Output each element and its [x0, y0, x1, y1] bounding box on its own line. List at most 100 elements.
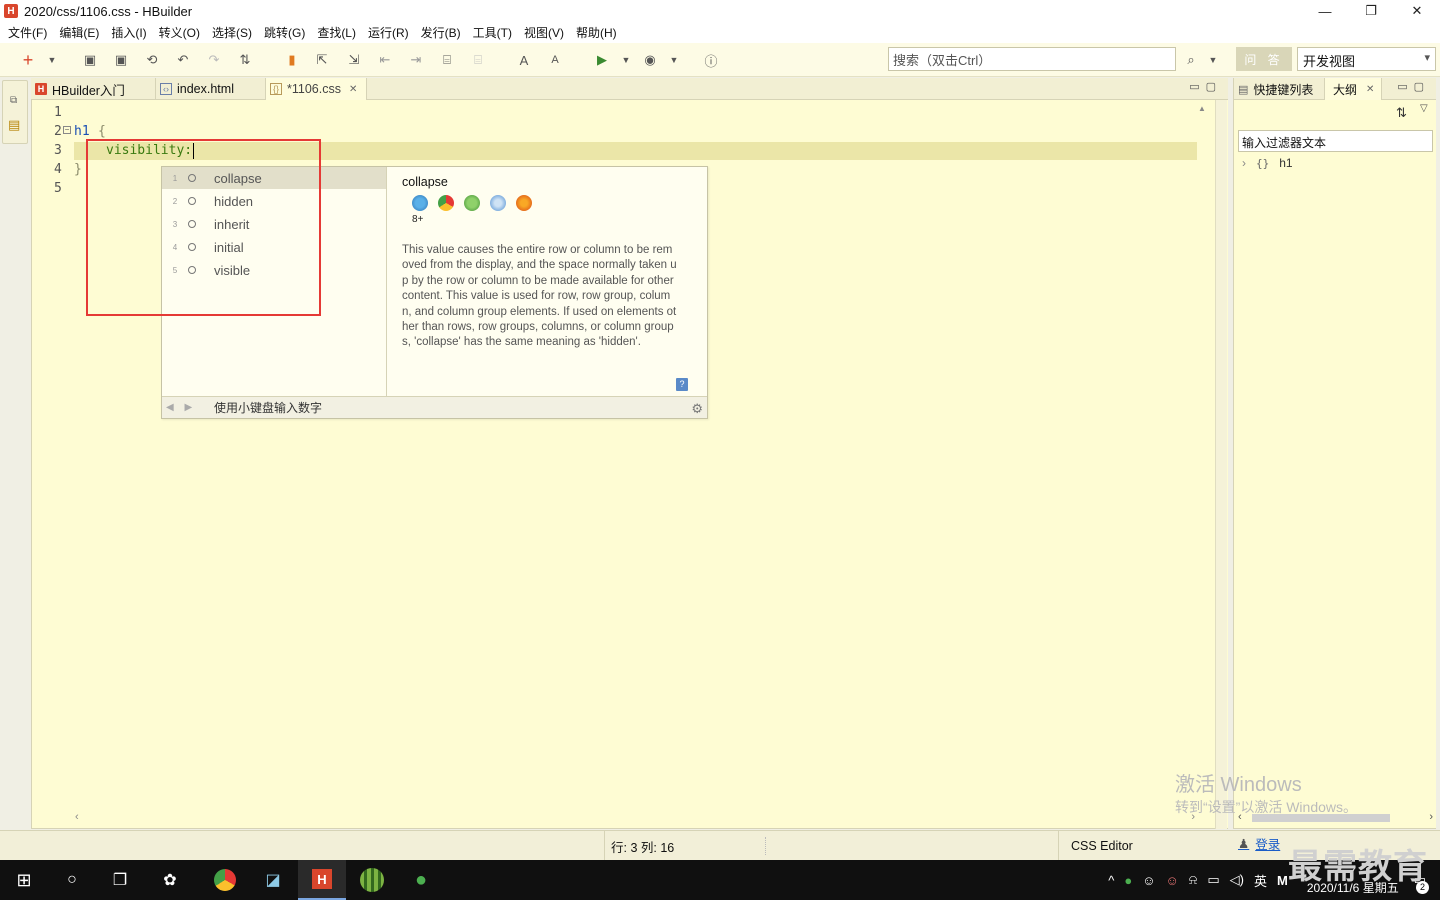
search-icon[interactable]: ⌕ [1183, 52, 1199, 68]
minimize-button[interactable]: — [1302, 0, 1348, 22]
help-book-icon[interactable]: ? [676, 378, 688, 391]
page-arrows-icon[interactable]: ◀ ▶ [162, 402, 214, 413]
run-icon[interactable]: ▶ [594, 52, 610, 68]
qq-icon[interactable]: ☺ [1142, 873, 1155, 888]
taskbar: ⊞ ○ ❐ ✿ ◪ H ● ^ ● ☺ ☺ ⍾ ▭ ◁) 英 M 7 2020/… [0, 860, 1440, 900]
menu-insert[interactable]: 插入(I) [105, 24, 152, 41]
indent-right-icon[interactable]: ⇥ [408, 52, 424, 68]
next-edit-icon[interactable]: ⇲ [346, 52, 362, 68]
tab-outline[interactable]: 大纲 ✕ [1324, 78, 1382, 100]
vertical-scrollbar[interactable]: ▲ [1198, 100, 1210, 810]
tab-shortcut-list[interactable]: ▤ 快捷键列表 [1238, 78, 1313, 100]
save-icon[interactable]: ▣ [82, 52, 98, 68]
menu-select[interactable]: 选择(S) [206, 24, 258, 41]
view-menu-icon[interactable]: ▽ [1420, 103, 1428, 114]
melon-icon[interactable] [348, 860, 396, 900]
gear-icon[interactable]: ⚙ [691, 401, 703, 417]
menu-escape[interactable]: 转义(O) [153, 24, 206, 41]
browser-dropdown-icon[interactable]: ▼ [666, 52, 682, 68]
panel-minmax-icons[interactable]: ▭▢ [1397, 80, 1430, 93]
view-select[interactable]: 开发视图 ▾ [1297, 47, 1436, 71]
close-tab-icon[interactable]: ✕ [1366, 84, 1374, 95]
close-tab-icon[interactable]: ✕ [349, 84, 357, 95]
restore-button[interactable]: ❐ [1348, 0, 1394, 22]
tab-hbuilder-intro[interactable]: H HBuilder入门 [31, 78, 156, 100]
bookmark-icon[interactable]: ▮ [284, 52, 300, 68]
qq-alt-icon[interactable]: ☺ [1165, 873, 1178, 888]
scroll-right-icon[interactable]: › [1429, 811, 1433, 823]
menu-help[interactable]: 帮助(H) [570, 24, 623, 41]
wechat-icon[interactable]: ● [397, 860, 445, 900]
chevron-up-icon[interactable]: ^ [1108, 873, 1114, 888]
menu-file[interactable]: 文件(F) [2, 24, 53, 41]
project-explorer-icon[interactable]: ▤ [8, 117, 20, 133]
chevron-right-icon[interactable]: › [1242, 156, 1246, 170]
menu-view[interactable]: 视图(V) [518, 24, 570, 41]
close-brace: } [74, 162, 82, 177]
fold-toggle-icon[interactable]: − [63, 126, 71, 134]
network-icon[interactable]: ▭ [1207, 872, 1219, 888]
sort-az-icon[interactable]: ⇅ [1396, 105, 1407, 121]
filter-input[interactable]: 输入过滤器文本 [1238, 130, 1433, 152]
app-icon[interactable]: ✿ [146, 860, 194, 900]
restore-view-icon[interactable]: ⧉ [10, 95, 17, 106]
chrome-icon[interactable] [201, 860, 249, 900]
horizontal-scrollbar[interactable]: ‹ › [72, 811, 1198, 825]
new-dropdown-icon[interactable]: ▼ [44, 52, 60, 68]
search-icon[interactable]: ○ [48, 860, 96, 900]
login-link[interactable]: ♟ 登录 [1238, 834, 1280, 853]
new-file-icon[interactable]: + [20, 50, 36, 70]
wechat-tray-icon[interactable]: ● [1124, 873, 1132, 888]
ime-mode-icon[interactable]: M [1277, 873, 1288, 888]
editor-minmax-icons[interactable]: ▭▢ [1189, 80, 1222, 93]
format-icon[interactable]: ⇅ [237, 52, 253, 68]
windows-start-icon[interactable]: ⊞ [0, 860, 48, 900]
menu-run[interactable]: 运行(R) [362, 24, 415, 41]
font-increase-icon[interactable]: A [516, 52, 532, 68]
hbuilder-icon[interactable]: H [298, 860, 346, 900]
redo-icon[interactable]: ↷ [206, 52, 222, 68]
revert-icon[interactable]: ⟲ [144, 52, 160, 68]
qa-button[interactable]: 问 答 [1236, 47, 1292, 71]
ime-indicator[interactable]: 英 [1254, 871, 1267, 890]
undo-icon[interactable]: ↶ [175, 52, 191, 68]
left-minimized-bar: ⧉ ▤ [2, 80, 28, 144]
safari-icon [490, 195, 506, 211]
volume-icon[interactable]: ◁) [1230, 872, 1244, 888]
menu-edit[interactable]: 编辑(E) [53, 24, 105, 41]
task-view-icon[interactable]: ❐ [96, 860, 144, 900]
indent-left-icon[interactable]: ⇤ [377, 52, 393, 68]
autocomplete-detail: collapse 8+ This value causes the entire… [388, 167, 708, 397]
browser-icon[interactable]: ◉ [642, 52, 658, 68]
hbuilder-icon: H [35, 83, 47, 95]
save-all-icon[interactable]: ▣ [113, 52, 129, 68]
close-button[interactable]: ✕ [1394, 0, 1440, 22]
tab-label: *1106.css [287, 82, 341, 96]
info-icon[interactable]: ⓘ [703, 52, 719, 69]
menu-publish[interactable]: 发行(B) [415, 24, 467, 41]
search-dropdown-icon[interactable]: ▼ [1205, 52, 1221, 68]
menu-tools[interactable]: 工具(T) [467, 24, 518, 41]
line-number: 1 [54, 105, 62, 120]
tab-label: index.html [177, 82, 234, 96]
outline-tree-item[interactable]: › {} h1 [1242, 156, 1293, 170]
tab-label: 大纲 [1333, 82, 1358, 97]
menu-find[interactable]: 查找(L) [311, 24, 362, 41]
notepad-icon[interactable]: ◪ [249, 860, 297, 900]
tab-1106-css[interactable]: {} *1106.css ✕ [266, 78, 367, 100]
search-input[interactable]: 搜索（双击Ctrl） [888, 47, 1176, 71]
notification-bell-icon[interactable]: ⍾ [1189, 872, 1198, 888]
tab-index-html[interactable]: ‹› index.html [156, 78, 266, 100]
prev-edit-icon[interactable]: ⇱ [314, 52, 330, 68]
comment-icon[interactable]: ⌸ [439, 52, 455, 68]
font-decrease-icon[interactable]: A [547, 52, 563, 68]
cursor-position: 行: 3 列: 16 [604, 831, 674, 861]
run-dropdown-icon[interactable]: ▼ [618, 52, 634, 68]
css-rule-icon: {} [1256, 156, 1270, 170]
menu-goto[interactable]: 跳转(G) [258, 24, 311, 41]
annotation-highlight-box [86, 139, 321, 316]
scroll-up-icon[interactable]: ▲ [1198, 104, 1206, 113]
scroll-left-icon[interactable]: ‹ [75, 811, 79, 823]
activation-watermark: 激活 Windows 转到“设置”以激活 Windows。 [1175, 774, 1357, 818]
uncomment-icon[interactable]: ⌸ [470, 52, 486, 68]
